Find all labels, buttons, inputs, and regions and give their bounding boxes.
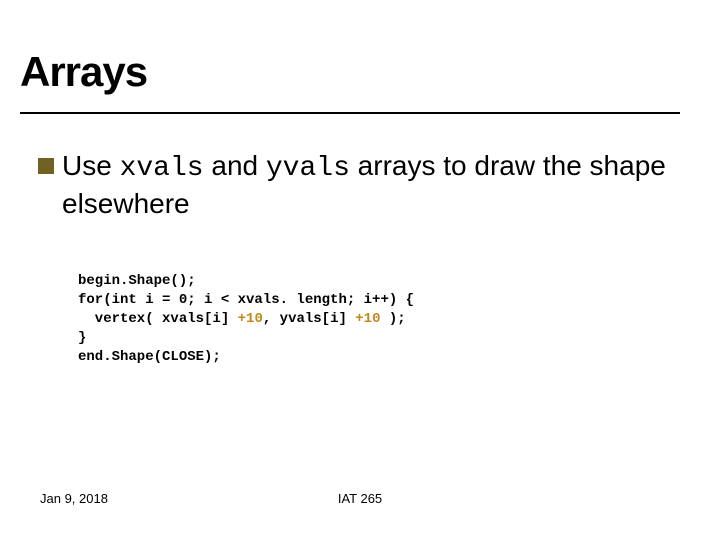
inline-code-xvals: xvals xyxy=(120,153,204,184)
title-underline xyxy=(20,112,680,114)
code-highlight-1: +10 xyxy=(238,311,263,327)
code-line-3a: vertex( xvals[i] xyxy=(78,311,238,327)
slide: Arrays Use xvals and yvals arrays to dra… xyxy=(0,0,720,540)
page-title: Arrays xyxy=(20,48,147,96)
body-content: Use xvals and yvals arrays to draw the s… xyxy=(38,148,690,221)
code-line-4: } xyxy=(78,330,86,346)
bullet-item: Use xvals and yvals arrays to draw the s… xyxy=(38,148,690,221)
bullet-text: Use xvals and yvals arrays to draw the s… xyxy=(62,148,690,221)
code-line-3b: , yvals[i] xyxy=(263,311,355,327)
square-bullet-icon xyxy=(38,158,54,174)
code-line-1: begin.Shape(); xyxy=(78,273,196,289)
code-line-2: for(int i = 0; i < xvals. length; i++) { xyxy=(78,292,414,308)
bullet-mid: and xyxy=(204,150,266,181)
code-block: begin.Shape(); for(int i = 0; i < xvals.… xyxy=(78,272,414,366)
bullet-pre: Use xyxy=(62,150,120,181)
code-line-3c: ); xyxy=(381,311,406,327)
code-highlight-2: +10 xyxy=(355,311,380,327)
inline-code-yvals: yvals xyxy=(266,153,350,184)
code-line-5: end.Shape(CLOSE); xyxy=(78,349,221,365)
footer-course: IAT 265 xyxy=(0,491,720,506)
